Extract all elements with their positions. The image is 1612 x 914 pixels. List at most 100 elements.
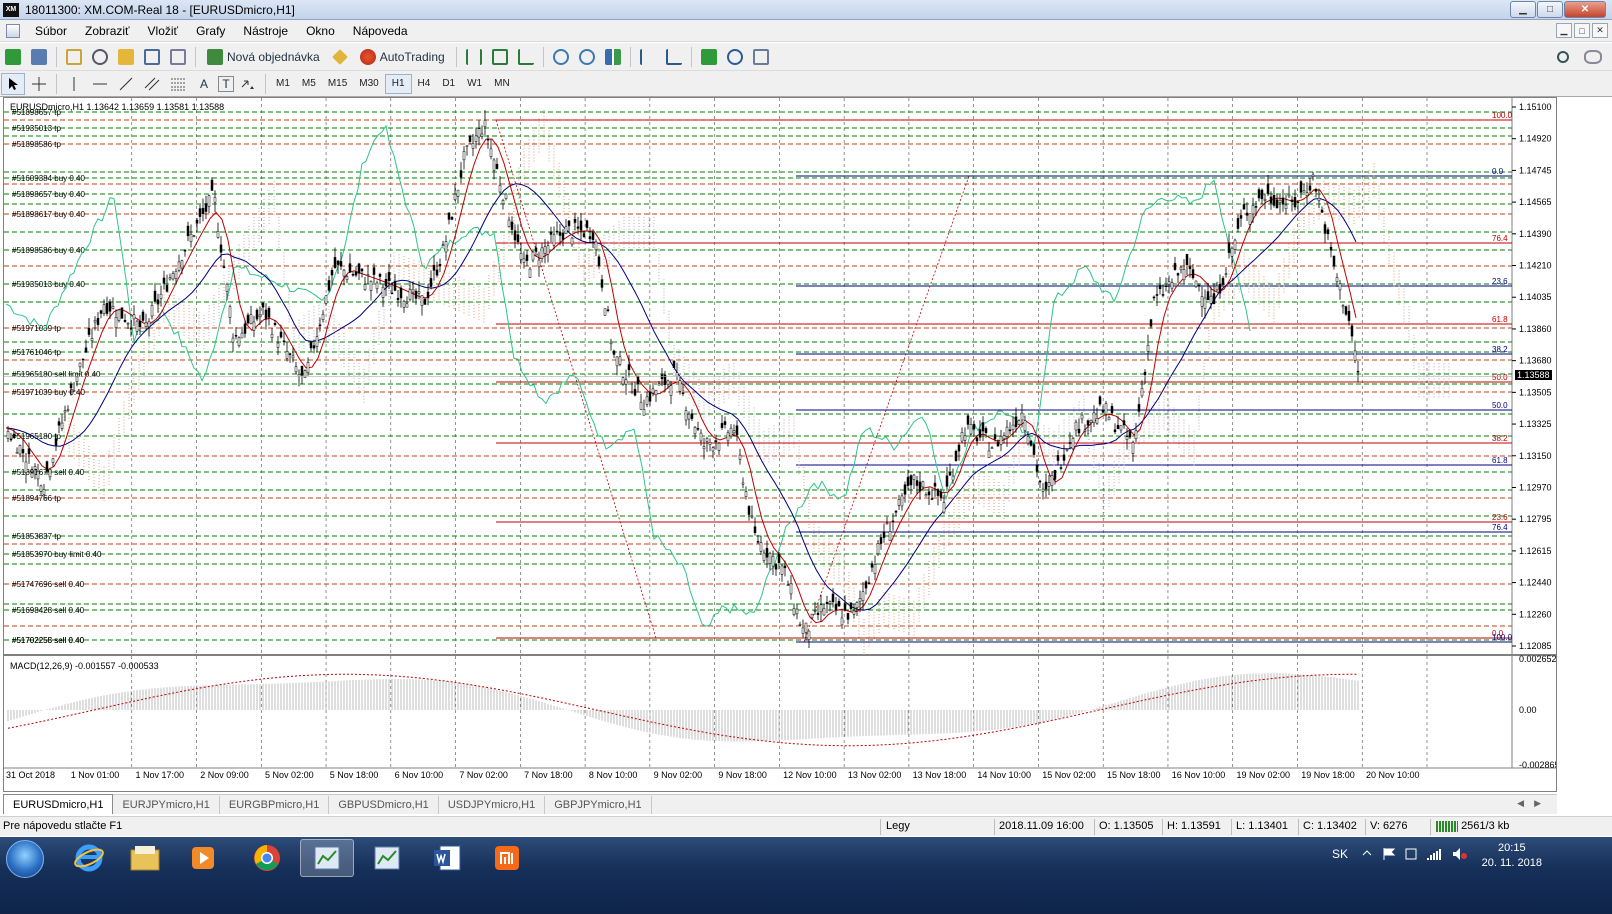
bar-chart-button[interactable] (462, 46, 486, 68)
search-button[interactable] (1551, 46, 1575, 68)
status-profile[interactable]: Legy (886, 820, 910, 832)
taskbar-word[interactable] (420, 839, 474, 877)
close-button[interactable]: ✕ (1564, 1, 1606, 18)
candle-body (57, 421, 61, 426)
child-minimize-button[interactable]: ▁ (1556, 23, 1572, 38)
timeframe-m5[interactable]: M5 (296, 74, 322, 94)
tab-gbpjpy[interactable]: GBPJPYmicro,H1 (545, 796, 652, 814)
fibonacci-tool[interactable] (166, 73, 190, 95)
minimize-button[interactable]: ▁ (1510, 1, 1536, 18)
metaeditor-button[interactable] (328, 46, 352, 68)
tray-flag[interactable] (1382, 847, 1396, 864)
system-clock[interactable]: 20:15 20. 11. 2018 (1482, 841, 1542, 871)
tray-device[interactable] (1404, 847, 1418, 864)
indicators-button[interactable] (697, 46, 721, 68)
candle-body (1170, 282, 1174, 289)
tray-network[interactable] (1426, 847, 1442, 864)
profiles-button[interactable] (27, 46, 51, 68)
taskbar-chrome[interactable] (240, 839, 294, 877)
price-label: 1.13680 (1519, 356, 1552, 366)
child-close-button[interactable]: ✕ (1592, 23, 1608, 38)
chat-button[interactable] (1581, 46, 1605, 68)
strategy-tester-button[interactable] (166, 46, 190, 68)
price-label: 1.12085 (1519, 641, 1552, 651)
taskbar-media-player[interactable] (176, 839, 230, 877)
market-watch-button[interactable] (62, 46, 86, 68)
chart-window-icon[interactable] (6, 23, 20, 38)
periods-button[interactable] (723, 46, 747, 68)
taskbar-explorer[interactable] (118, 839, 172, 877)
candle-body (318, 324, 322, 327)
child-restore-button[interactable]: □ (1574, 23, 1590, 38)
language-indicator[interactable]: SK (1332, 847, 1348, 861)
menu-view[interactable]: Zobraziť (76, 24, 139, 38)
candle-body (1353, 350, 1357, 361)
trendline-tool[interactable] (114, 73, 138, 95)
terminal-button[interactable] (140, 46, 164, 68)
data-window-button[interactable] (88, 46, 112, 68)
candle-body (975, 437, 979, 442)
timeframe-m1[interactable]: M1 (270, 74, 296, 94)
time-label: 15 Nov 18:00 (1107, 770, 1161, 780)
taskbar-mt4-1[interactable] (300, 839, 354, 877)
new-order-button[interactable]: Nová objednávka (201, 46, 326, 68)
navigator-button[interactable] (114, 46, 138, 68)
tab-gbpusd[interactable]: GBPUSDmicro,H1 (329, 796, 439, 814)
vertical-line-tool[interactable] (62, 73, 86, 95)
menu-tools[interactable]: Nástroje (234, 24, 297, 38)
tab-eurjpy[interactable]: EURJPYmicro,H1 (113, 796, 220, 814)
chart-shift-button[interactable] (636, 46, 660, 68)
tray-volume[interactable] (1452, 847, 1468, 864)
candle-body (981, 422, 985, 432)
connection-status[interactable]: 2561/3 kb (1436, 820, 1509, 832)
new-chart-button[interactable] (1, 46, 25, 68)
timeframe-h4[interactable]: H4 (412, 74, 437, 94)
taskbar-mt4-2[interactable] (360, 839, 414, 877)
crosshair-target-icon (92, 48, 108, 65)
maximize-button[interactable]: □ (1537, 1, 1563, 18)
menu-charts[interactable]: Grafy (187, 24, 234, 38)
equidistant-channel-tool[interactable] (140, 73, 164, 95)
menu-file[interactable]: Súbor (26, 24, 76, 38)
start-button[interactable] (6, 840, 44, 878)
arrows-tool[interactable] (236, 73, 260, 95)
cursor-tool[interactable] (1, 72, 25, 95)
menu-help[interactable]: Nápoveda (344, 24, 417, 38)
templates-button[interactable] (749, 46, 773, 68)
tab-scroll-arrows[interactable]: ◀▶ (1517, 798, 1551, 809)
text-tool[interactable]: A (192, 73, 216, 95)
menu-window[interactable]: Okno (297, 24, 344, 38)
candle-body (648, 391, 652, 402)
candle-body (255, 309, 259, 320)
taskbar-ie[interactable] (62, 839, 116, 877)
candle-body (585, 220, 589, 228)
tab-eurusd[interactable]: EURUSDmicro,H1 (3, 794, 114, 814)
zoom-in-button[interactable] (549, 46, 573, 68)
show-hidden-icons[interactable] (1362, 847, 1372, 861)
tile-windows-button[interactable] (601, 46, 625, 68)
text-label-tool[interactable]: T (218, 75, 234, 92)
tab-eurgbp[interactable]: EURGBPmicro,H1 (220, 796, 330, 814)
timeframe-h1[interactable]: H1 (384, 73, 412, 94)
tab-usdjpy[interactable]: USDJPYmicro,H1 (439, 796, 546, 814)
autoscroll-button[interactable] (662, 46, 686, 68)
zoom-out-button[interactable] (575, 46, 599, 68)
price-label: 1.14920 (1519, 134, 1552, 144)
timeframe-d1[interactable]: D1 (436, 74, 461, 94)
timeframe-mn[interactable]: MN (488, 74, 516, 94)
autotrading-button[interactable]: AutoTrading (354, 46, 451, 68)
timeframe-m30[interactable]: M30 (353, 74, 384, 94)
candlestick-button[interactable] (488, 46, 512, 68)
candle-body (849, 602, 853, 610)
menu-insert[interactable]: Vložiť (139, 24, 188, 38)
chart-window[interactable]: 31 Oct 2018 1 Nov 01:00 1 Nov 17:00 2 Nov 0… (3, 97, 1557, 792)
timeframe-m15[interactable]: M15 (322, 74, 353, 94)
line-chart-button[interactable] (514, 46, 538, 68)
horizontal-line-tool[interactable] (88, 73, 112, 95)
crosshair-tool[interactable] (27, 73, 51, 95)
timeframe-w1[interactable]: W1 (461, 74, 488, 94)
price-chart[interactable]: 31 Oct 2018 1 Nov 01:00 1 Nov 17:00 2 Nov 0… (4, 98, 1556, 791)
horizontal-line-icon (93, 83, 107, 84)
candle-body (333, 257, 337, 268)
taskbar-xiaomi[interactable] (480, 839, 534, 877)
